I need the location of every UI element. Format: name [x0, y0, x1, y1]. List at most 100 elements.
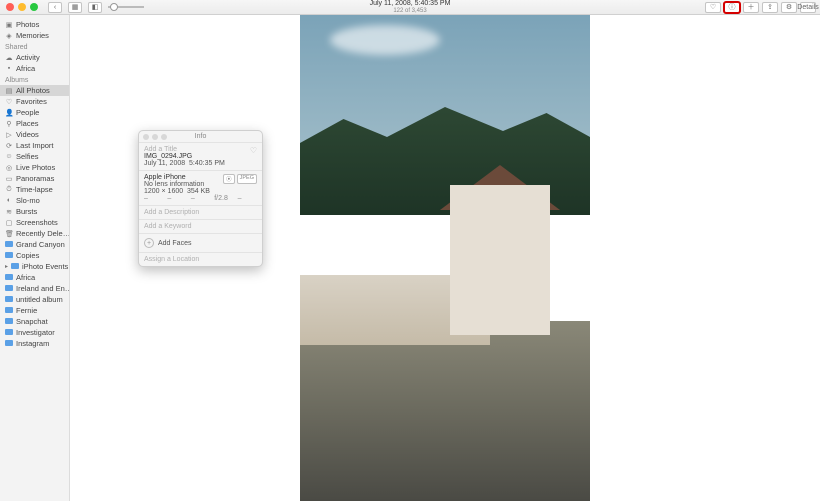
assign-location-field[interactable]: Assign a Location — [144, 256, 257, 263]
sidebar-item-photos[interactable]: ▣Photos — [0, 19, 69, 30]
sidebar-item-people[interactable]: 👤People — [0, 107, 69, 118]
sidebar-item-ireland-and-en-[interactable]: Ireland and En… — [0, 283, 69, 294]
info-faces-section[interactable]: + Add Faces — [139, 234, 262, 253]
back-button[interactable]: ‹ — [48, 2, 62, 13]
photo-date-title: July 11, 2008, 5:40:35 PM — [370, 0, 451, 8]
folder-icon — [5, 252, 13, 259]
info-title-section: ♡ Add a Title IMG_0294.JPG July 11, 2008… — [139, 143, 262, 171]
sidebar-item-label: Slo-mo — [16, 196, 40, 205]
sidebar-item-grand-canyon[interactable]: Grand Canyon — [0, 239, 69, 250]
live-photos-icon: ◎ — [5, 164, 13, 171]
trash-icon: 🗑 — [5, 230, 13, 237]
sidebar-item-time-lapse[interactable]: ⏱Time-lapse — [0, 184, 69, 195]
timelapse-icon: ⏱ — [5, 186, 13, 193]
all-photos-icon: ▤ — [5, 87, 13, 94]
sidebar-item-activity[interactable]: ☁Activity — [0, 52, 69, 63]
sidebar-item-copies[interactable]: Copies — [0, 250, 69, 261]
format-badge: JPEG — [237, 174, 257, 184]
live-badge: ⦿ — [223, 174, 235, 184]
adjust-button[interactable]: ⚙ — [781, 2, 797, 13]
folder-icon — [5, 307, 13, 314]
info-location-section: Assign a Location — [139, 253, 262, 266]
sidebar-item-recently-dele-[interactable]: 🗑Recently Dele… — [0, 228, 69, 239]
fullscreen-window[interactable] — [30, 3, 38, 11]
sidebar-item-label: Time-lapse — [16, 185, 53, 194]
sidebar-item-iphoto-events[interactable]: ▸iPhoto Events — [0, 261, 69, 272]
sidebar-item-selfies[interactable]: ☺Selfies — [0, 151, 69, 162]
minimize-window[interactable] — [18, 3, 26, 11]
info-button[interactable]: ⓘ — [724, 2, 740, 13]
sidebar-item-label: Instagram — [16, 339, 49, 348]
folder-icon — [5, 318, 13, 325]
info-description-section: Add a Description — [139, 206, 262, 220]
add-description-field[interactable]: Add a Description — [144, 209, 257, 216]
popover-close[interactable] — [143, 134, 149, 140]
share-button[interactable]: ⇪ — [762, 2, 778, 13]
last-import-icon: ⟳ — [5, 142, 13, 149]
sidebar-item-memories[interactable]: ◈Memories — [0, 30, 69, 41]
photo-image[interactable] — [300, 15, 590, 501]
split-view-button[interactable]: ◧ — [88, 2, 102, 13]
sidebar-item-snapchat[interactable]: Snapchat — [0, 316, 69, 327]
favorite-icon[interactable]: ♡ — [250, 146, 257, 155]
sidebar-item-label: Investigator — [16, 328, 55, 337]
sidebar-item-screenshots[interactable]: ▢Screenshots — [0, 217, 69, 228]
sidebar-item-label: untitled album — [16, 295, 63, 304]
sidebar-item-untitled-album[interactable]: untitled album — [0, 294, 69, 305]
panoramas-icon: ▭ — [5, 175, 13, 182]
sidebar-item-label: Fernie — [16, 306, 37, 315]
sidebar-item-label: Snapchat — [16, 317, 48, 326]
sidebar-item-live-photos[interactable]: ◎Live Photos — [0, 162, 69, 173]
favorite-button[interactable]: ♡ — [705, 2, 721, 13]
sidebar-item-label: Screenshots — [16, 218, 58, 227]
sidebar-item-label: Favorites — [16, 97, 47, 106]
sidebar-item-panoramas[interactable]: ▭Panoramas — [0, 173, 69, 184]
sidebar-item-label: Recently Dele… — [16, 229, 70, 238]
sidebar-item-favorites[interactable]: ♡Favorites — [0, 96, 69, 107]
disclosure-triangle-icon[interactable]: ▸ — [5, 263, 8, 270]
sidebar-item-last-import[interactable]: ⟳Last Import — [0, 140, 69, 151]
window-controls — [6, 3, 38, 11]
sidebar-item-label: Selfies — [16, 152, 39, 161]
add-keyword-field[interactable]: Add a Keyword — [144, 223, 257, 230]
grid-view-button[interactable]: ▦ — [68, 2, 82, 13]
sidebar: ▣Photos◈MemoriesShared☁Activity▪AfricaAl… — [0, 15, 70, 501]
add-button[interactable]: ＋ — [743, 2, 759, 13]
details-button[interactable]: Details — [800, 2, 816, 13]
activity-icon: ☁ — [5, 54, 13, 61]
add-title-field[interactable]: Add a Title — [144, 146, 257, 153]
sidebar-item-instagram[interactable]: Instagram — [0, 338, 69, 349]
favorites-icon: ♡ — [5, 98, 13, 105]
folder-icon — [5, 285, 13, 292]
info-exif-row: –––f/2.8– — [144, 195, 257, 202]
sidebar-item-africa[interactable]: Africa — [0, 272, 69, 283]
sidebar-item-fernie[interactable]: Fernie — [0, 305, 69, 316]
sidebar-item-label: Videos — [16, 130, 39, 139]
sidebar-item-label: Activity — [16, 53, 40, 62]
info-header: Info — [139, 131, 262, 143]
sidebar-item-label: People — [16, 108, 39, 117]
sidebar-item-label: Live Photos — [16, 163, 55, 172]
info-size: 1200 × 1600 354 KB — [144, 188, 257, 195]
sidebar-item-investigator[interactable]: Investigator — [0, 327, 69, 338]
screenshots-icon: ▢ — [5, 219, 13, 226]
videos-icon: ▷ — [5, 131, 13, 138]
close-window[interactable] — [6, 3, 14, 11]
zoom-slider[interactable] — [108, 6, 144, 8]
folder-icon — [5, 340, 13, 347]
sidebar-item-label: Africa — [16, 273, 35, 282]
sidebar-item-videos[interactable]: ▷Videos — [0, 129, 69, 140]
sidebar-item-label: All Photos — [16, 86, 50, 95]
info-keyword-section: Add a Keyword — [139, 220, 262, 234]
info-filename: IMG_0294.JPG — [144, 153, 257, 160]
sidebar-item-bursts[interactable]: ≋Bursts — [0, 206, 69, 217]
sidebar-item-africa[interactable]: ▪Africa — [0, 63, 69, 74]
sidebar-item-slo-mo[interactable]: ◐Slo-mo — [0, 195, 69, 206]
sidebar-item-places[interactable]: ⚲Places — [0, 118, 69, 129]
folder-icon — [5, 241, 13, 248]
sidebar-item-label: Africa — [16, 64, 35, 73]
sidebar-item-all-photos[interactable]: ▤All Photos — [0, 85, 69, 96]
selfies-icon: ☺ — [5, 153, 13, 160]
folder-icon — [5, 329, 13, 336]
sidebar-item-label: Grand Canyon — [16, 240, 65, 249]
